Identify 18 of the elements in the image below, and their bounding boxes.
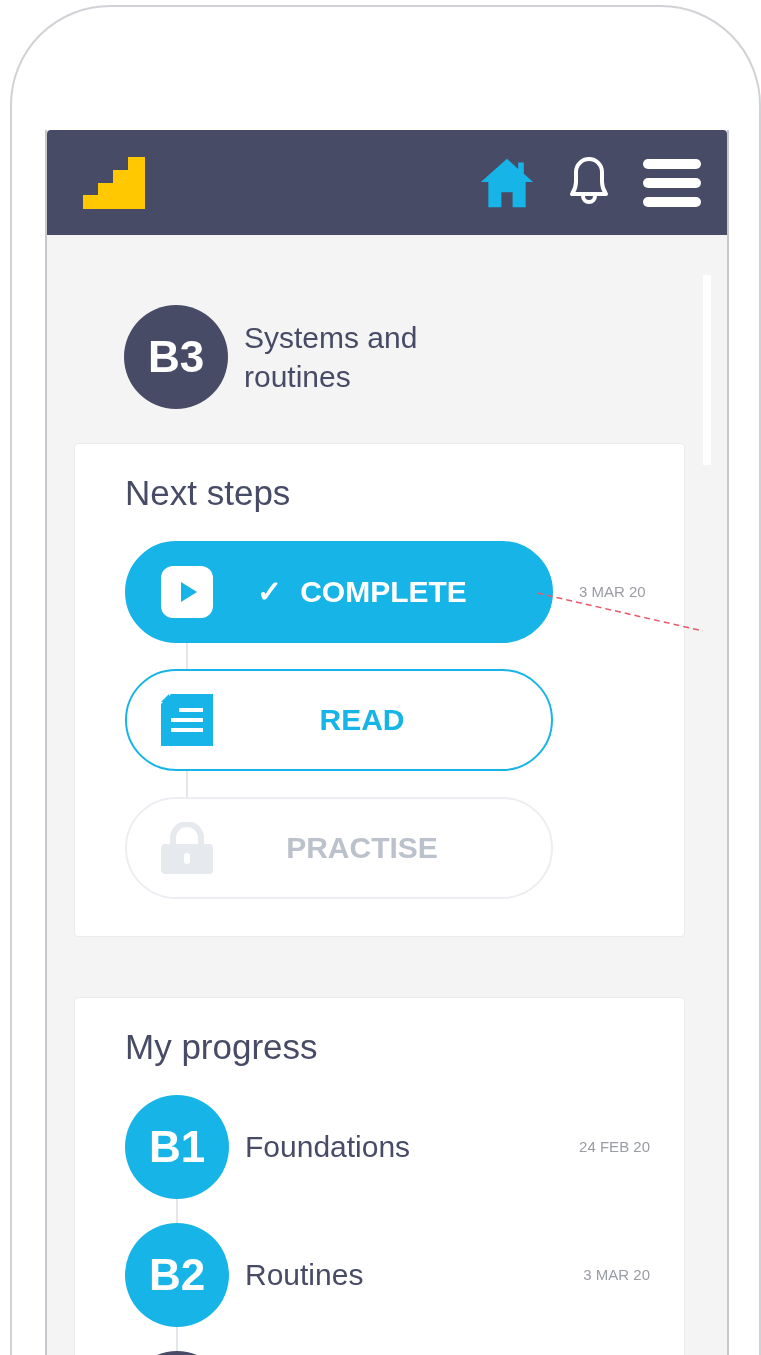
menu-icon[interactable] bbox=[643, 156, 701, 209]
module-date: 24 FEB 20 bbox=[579, 1138, 650, 1155]
module-title: Systems and routines bbox=[244, 320, 419, 395]
lock-icon bbox=[161, 821, 213, 874]
step-button[interactable]: ✓ COMPLETE bbox=[125, 540, 553, 643]
module-name[interactable]: Routines bbox=[245, 1257, 568, 1292]
step-date: 3 MAR 20 bbox=[579, 583, 646, 600]
card-title: Next steps bbox=[125, 474, 292, 513]
card-title: My progress bbox=[125, 1028, 319, 1067]
play-icon bbox=[161, 565, 213, 618]
stairs-logo-icon[interactable] bbox=[83, 156, 145, 209]
module-badge: B3 bbox=[124, 305, 228, 409]
module-badge[interactable]: B2 bbox=[125, 1222, 229, 1327]
module-name[interactable]: Foundations bbox=[245, 1129, 564, 1164]
step-button[interactable]: READ bbox=[125, 668, 553, 771]
document-icon bbox=[161, 693, 213, 746]
module-date: 3 MAR 20 bbox=[583, 1266, 650, 1283]
module-badge[interactable]: B1 bbox=[125, 1094, 229, 1199]
